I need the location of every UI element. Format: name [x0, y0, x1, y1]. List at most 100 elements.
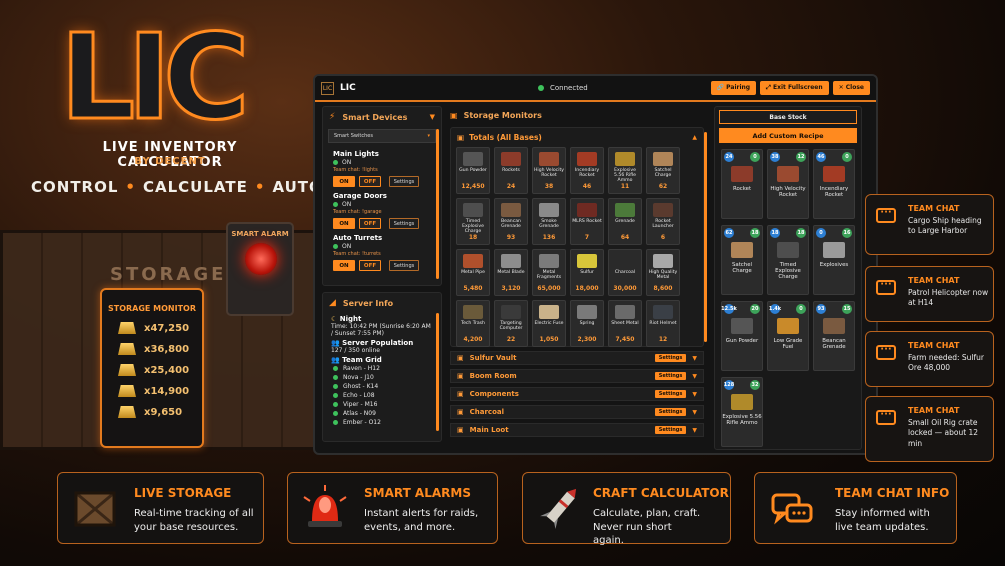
tagline-calculate: CALCULATE — [143, 178, 248, 196]
craftable-badge: 16 — [842, 228, 852, 238]
item-icon — [463, 152, 483, 166]
stock-badge: 93 — [816, 304, 826, 314]
device-item: Garage Doors ON Team chat: !garage ON OF… — [323, 189, 441, 231]
off-button[interactable]: OFF — [359, 218, 381, 229]
storage-item-tile[interactable]: MLRS Rocket 7 — [570, 198, 604, 245]
exit-fullscreen-button[interactable]: ⤢ Exit Fullscreen — [760, 81, 829, 95]
recipe-tile[interactable]: 62 18 Satchel Charge — [721, 225, 763, 295]
totals-scrollbar[interactable] — [704, 132, 707, 342]
storage-item-tile[interactable]: Tech Trash 4,200 — [456, 300, 490, 347]
time-text: Time: 10:42 PM (Sunrise 6:20 AM / Sunset… — [331, 323, 431, 337]
storage-item-tile[interactable]: High Velocity Rocket 38 — [532, 147, 566, 194]
recipe-tile[interactable]: 128 32 Explosive 5.56 Rifle Ammo — [721, 377, 763, 447]
totals-header[interactable]: ▣ Totals (All Bases) ▲ — [451, 128, 703, 147]
item-value: 12,450 — [461, 183, 485, 190]
storage-monitors-header: ▣ Storage Monitors — [450, 111, 542, 120]
server-info-header[interactable]: ◢ Server Info — [323, 293, 441, 313]
storage-category-row[interactable]: ▣ Charcoal Settings ▼ — [450, 405, 704, 419]
item-name: Beancan Grenade — [501, 219, 521, 230]
on-button[interactable]: ON — [333, 218, 355, 229]
category-settings-button[interactable]: Settings — [654, 372, 687, 380]
add-custom-recipe-button[interactable]: Add Custom Recipe — [719, 128, 857, 143]
storage-item-tile[interactable]: Spring 2,300 — [570, 300, 604, 347]
storage-item-tile[interactable]: High Quality Metal 8,600 — [646, 249, 680, 296]
recipe-tile[interactable]: 93 15 Beancan Grenade — [813, 301, 855, 371]
on-button[interactable]: ON — [333, 176, 355, 187]
category-settings-button[interactable]: Settings — [654, 426, 687, 434]
storage-category-row[interactable]: ▣ Sulfur Vault Settings ▼ — [450, 351, 704, 365]
storage-item-tile[interactable]: Metal Pipe 5,480 — [456, 249, 490, 296]
chevron-down-icon: ▼ — [692, 390, 697, 398]
storage-item-tile[interactable]: Riot Helmet 12 — [646, 300, 680, 347]
settings-button[interactable]: Settings — [389, 260, 419, 271]
off-button[interactable]: OFF — [359, 176, 381, 187]
base-stock-button[interactable]: Base Stock — [719, 110, 857, 124]
storage-categories: ▣ Sulfur Vault Settings ▼ ▣ Boom Room Settings… — [446, 351, 708, 437]
item-name: Explosive 5.56 Rifle Ammo — [614, 168, 636, 184]
storage-item-tile[interactable]: Grenade 64 — [608, 198, 642, 245]
smart-devices-header[interactable]: ⚡ Smart Devices ▼ — [323, 107, 441, 127]
category-settings-button[interactable]: Settings — [654, 408, 687, 416]
storage-category-row[interactable]: ▣ Main Loot Settings ▼ — [450, 423, 704, 437]
item-name: Spring — [579, 321, 595, 326]
storage-item-tile[interactable]: Satchel Charge 62 — [646, 147, 680, 194]
crate-icon — [74, 491, 116, 527]
storage-item-tile[interactable]: Electric Fuse 1,050 — [532, 300, 566, 347]
category-settings-button[interactable]: Settings — [654, 390, 687, 398]
storage-category-row[interactable]: ▣ Components Settings ▼ — [450, 387, 704, 401]
storage-item-tile[interactable]: Rocket Launcher 6 — [646, 198, 680, 245]
recipe-icon — [823, 318, 845, 334]
item-value: 7,450 — [615, 336, 635, 343]
storage-item-tile[interactable]: Metal Blade 3,120 — [494, 249, 528, 296]
item-icon — [463, 203, 483, 217]
storage-item-tile[interactable]: Timed Explosive Charge 18 — [456, 198, 490, 245]
storage-item-tile[interactable]: Beancan Grenade 93 — [494, 198, 528, 245]
category-settings-button[interactable]: Settings — [654, 354, 687, 362]
storage-category-row[interactable]: ▣ Boom Room Settings ▼ — [450, 369, 704, 383]
feature-card-smart-alarms: SMART ALARMS Instant alerts for raids, e… — [287, 472, 498, 544]
storage-item-tile[interactable]: Explosive 5.56 Rifle Ammo 11 — [608, 147, 642, 194]
window-title: LIC — [340, 83, 356, 93]
box-icon: ▣ — [457, 426, 464, 434]
chat-bubble-icon: ··· — [876, 345, 896, 360]
item-name: Tech Trash — [461, 321, 485, 326]
item-icon — [539, 152, 559, 166]
storage-item-tile[interactable]: Smoke Grenade 136 — [532, 198, 566, 245]
feature-text: Stay informed with live team updates. — [835, 508, 930, 533]
devices-scrollbar[interactable] — [436, 129, 439, 279]
item-name: Rockets — [502, 168, 520, 173]
recipe-tile[interactable]: 0 16 Explosives — [813, 225, 855, 295]
storage-item-tile[interactable]: Targeting Computer 22 — [494, 300, 528, 347]
settings-button[interactable]: Settings — [389, 218, 419, 229]
recipe-tile[interactable]: 18 18 Timed Explosive Charge — [767, 225, 809, 295]
storage-item-tile[interactable]: Metal Fragments 65,000 — [532, 249, 566, 296]
recipe-tile[interactable]: 1.4k 0 Low Grade Fuel — [767, 301, 809, 371]
recipe-name: Rocket — [732, 186, 752, 192]
storage-item-tile[interactable]: Gun Powder 12,450 — [456, 147, 490, 194]
on-button[interactable]: ON — [333, 260, 355, 271]
pairing-button[interactable]: 🔗 Pairing — [710, 81, 757, 95]
recipe-name: Gun Powder — [725, 338, 759, 344]
team-grid-label: 👥 Team Grid — [331, 356, 382, 364]
stock-badge: 12.5k — [721, 304, 737, 314]
off-button[interactable]: OFF — [359, 260, 381, 271]
item-icon — [615, 305, 635, 319]
close-button[interactable]: ✕ Close — [832, 81, 870, 95]
feature-text: Instant alerts for raids, events, and mo… — [364, 508, 479, 533]
settings-button[interactable]: Settings — [389, 176, 419, 187]
recipe-tile[interactable]: 12.5k 20 Gun Powder — [721, 301, 763, 371]
recipe-tile[interactable]: 24 0 Rocket — [721, 149, 763, 219]
item-name: Metal Pipe — [461, 270, 485, 275]
server-info-scrollbar[interactable] — [436, 313, 439, 431]
storage-item-tile[interactable]: Sulfur 18,000 — [570, 249, 604, 296]
device-type-select[interactable]: Smart Switches ▾ — [328, 129, 436, 143]
storage-item-tile[interactable]: Sheet Metal 7,450 — [608, 300, 642, 347]
storage-item-tile[interactable]: Incendiary Rocket 46 — [570, 147, 604, 194]
recipe-tile[interactable]: 46 0 Incendiary Rocket — [813, 149, 855, 219]
recipe-icon — [823, 242, 845, 258]
storage-item-tile[interactable]: Charcoal 30,000 — [608, 249, 642, 296]
storage-item-tile[interactable]: Rockets 24 — [494, 147, 528, 194]
window-titlebar: LIC LIC Connected 🔗 Pairing ⤢ Exit Fulls… — [315, 76, 876, 102]
recipe-name: Low Grade Fuel — [773, 338, 803, 351]
recipe-tile[interactable]: 38 12 High Velocity Rocket — [767, 149, 809, 219]
